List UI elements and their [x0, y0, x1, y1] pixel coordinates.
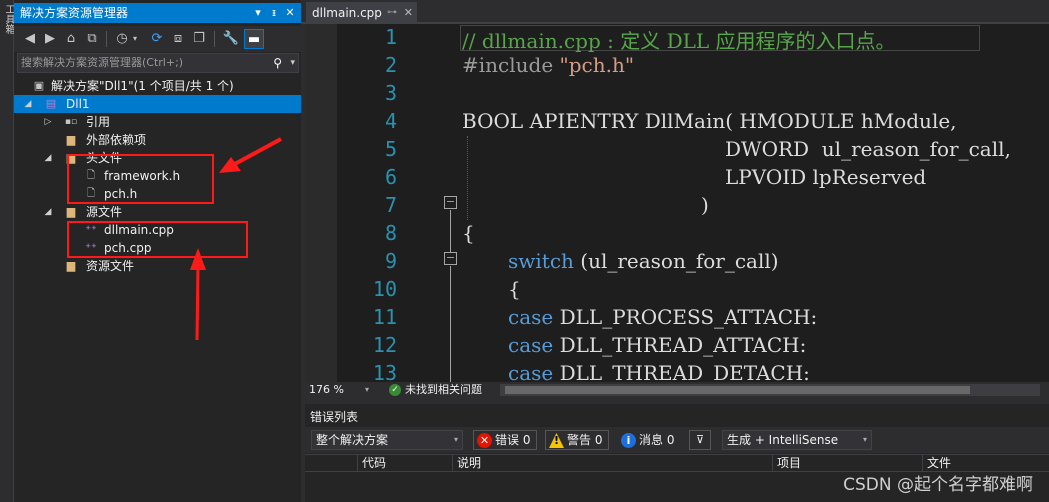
line-number: 11: [372, 305, 397, 329]
annotation-arrow-icon: [190, 248, 206, 341]
solution-search-input[interactable]: 搜索解决方案资源管理器(Ctrl+;) ⚲ ▾: [17, 53, 299, 73]
line-number: 3: [384, 81, 397, 105]
sync-icon[interactable]: ⟳: [147, 29, 167, 49]
expand-arrow-icon[interactable]: ▷: [42, 113, 54, 131]
show-all-files-icon[interactable]: ❐: [189, 29, 209, 49]
column-file[interactable]: 文件: [922, 455, 1049, 471]
info-icon: i: [621, 433, 636, 448]
close-panel-icon[interactable]: ✕: [282, 3, 298, 23]
scope-select[interactable]: 整个解决方案 ▾: [311, 430, 463, 450]
collapse-region-icon[interactable]: −: [444, 196, 457, 209]
build-source-select[interactable]: 生成 + IntelliSense ▾: [722, 430, 872, 450]
code-line-4: BOOL APIENTRY DllMain( HMODULE hModule,: [462, 109, 957, 133]
line-number: 1: [384, 25, 397, 49]
line-number: 7: [384, 193, 397, 217]
solution-explorer-toolbar: ◀ ▶ ⌂ ⧉ ◷ ▾ ⟳ ⧈ ❐ 🔧 ▬: [14, 26, 301, 52]
preview-selected-icon[interactable]: ▬: [244, 29, 264, 49]
column-project[interactable]: 项目: [772, 455, 922, 471]
collapse-region-icon[interactable]: −: [444, 252, 457, 265]
solution-icon: ▣: [33, 79, 45, 92]
no-issues-check-icon: ✓: [389, 384, 401, 396]
search-placeholder: 搜索解决方案资源管理器(Ctrl+;): [21, 56, 184, 69]
line-number: 12: [372, 333, 397, 357]
window-position-dropdown-icon[interactable]: ▾: [250, 3, 266, 23]
solution-explorer-title: 解决方案资源管理器: [20, 6, 129, 20]
line-number: 9: [384, 249, 397, 273]
tree-item-source-files[interactable]: ◢ ▆ 源文件: [14, 203, 301, 221]
search-icon[interactable]: ⚲: [273, 54, 282, 72]
back-icon[interactable]: ◀: [20, 29, 40, 49]
folder-icon: ▆: [66, 133, 76, 146]
toolbox-strip[interactable]: 工具箱: [0, 0, 14, 502]
error-list-title: 错误列表: [310, 410, 359, 424]
code-line-2: #include "pch.h": [462, 53, 635, 77]
clear-filter-icon[interactable]: ⊽: [689, 430, 711, 450]
code-editor[interactable]: 1 2 3 4 5 6 7 8 9 10 11 12 13 − − // dllmain.cpp : 定…: [305, 24, 1049, 382]
annotation-box-source-files: [67, 221, 248, 258]
code-line-1: // dllmain.cpp : 定义 DLL 应用程序的入口点。: [462, 29, 896, 53]
zoom-level[interactable]: 176 %: [309, 382, 344, 398]
watermark: CSDN @起个名字都难啊: [843, 475, 1033, 495]
indicator-margin: [305, 24, 337, 382]
tree-item-solution[interactable]: ▣ 解决方案"Dll1"(1 个项目/共 1 个): [14, 77, 301, 95]
properties-wrench-icon[interactable]: 🔧: [221, 29, 241, 49]
code-line-13: case DLL_THREAD_DETACH:: [508, 361, 810, 382]
column-description[interactable]: 说明: [452, 455, 772, 471]
error-list-toolbar: 整个解决方案 ▾ ✕ 错误 0 ! 警告 0 i 消息 0 ⊽ 生成 + Inte…: [305, 427, 1049, 453]
code-line-11: case DLL_PROCESS_ATTACH:: [508, 305, 818, 329]
code-line-12: case DLL_THREAD_ATTACH:: [508, 333, 807, 357]
line-number: 2: [384, 53, 397, 77]
collapse-arrow-icon[interactable]: ◢: [42, 203, 54, 221]
folder-icon: ▆: [66, 205, 76, 218]
line-number: 8: [384, 221, 397, 245]
issues-status[interactable]: 未找到相关问题: [405, 382, 482, 398]
project-icon: ▤: [45, 97, 57, 110]
code-line-8: {: [462, 221, 475, 245]
zoom-dropdown-icon[interactable]: ▾: [365, 382, 369, 398]
auto-hide-pin-icon[interactable]: ᵻ: [266, 3, 282, 23]
horizontal-scrollbar-thumb[interactable]: [505, 386, 970, 394]
line-number: 5: [384, 137, 397, 161]
errors-filter-button[interactable]: ✕ 错误 0: [473, 430, 537, 450]
chevron-down-icon: ▾: [453, 435, 458, 444]
line-number: 10: [372, 277, 397, 301]
forward-icon[interactable]: ▶: [40, 29, 60, 49]
solution-explorer-panel: 解决方案资源管理器 ▾ ᵻ ✕ ◀ ▶ ⌂ ⧉ ◷ ▾ ⟳ ⧈ ❐ 🔧 ▬ 搜索…: [14, 0, 301, 502]
code-line-6: LPVOID lpReserved: [725, 165, 927, 189]
annotation-arrow-icon: [219, 137, 282, 173]
folder-icon: ▆: [66, 259, 76, 272]
tree-item-project[interactable]: ◢ ▤ Dll1: [14, 95, 301, 113]
line-number: 6: [384, 165, 397, 189]
collapse-arrow-icon[interactable]: ◢: [22, 95, 34, 113]
code-line-10: {: [508, 277, 521, 301]
line-number: 4: [384, 109, 397, 133]
code-line-5: DWORD ul_reason_for_call,: [725, 137, 1011, 161]
column-sort-indicator[interactable]: [335, 455, 357, 471]
column-code[interactable]: 代码: [357, 455, 452, 471]
collapse-all-icon[interactable]: ⧈: [168, 29, 188, 49]
warning-icon: !: [549, 433, 564, 448]
pending-changes-filter-icon[interactable]: ◷: [112, 29, 132, 49]
tab-dllmain-cpp[interactable]: dllmain.cpp ⊶ ✕: [306, 2, 417, 24]
code-line-9: switch (ul_reason_for_call): [508, 249, 779, 273]
pin-tab-icon[interactable]: ⊶: [387, 2, 397, 24]
annotation-box-header-files: [67, 154, 214, 204]
document-tab-bar: dllmain.cpp ⊶ ✕: [301, 0, 1049, 24]
messages-filter-button[interactable]: i 消息 0: [617, 430, 679, 450]
home-icon[interactable]: ⌂: [61, 29, 81, 49]
switch-views-icon[interactable]: ⧉: [82, 29, 102, 49]
warnings-filter-button[interactable]: ! 警告 0: [545, 430, 609, 450]
line-number: 13: [372, 361, 397, 382]
tree-item-references[interactable]: ▷ ▪▫ 引用: [14, 113, 301, 131]
solution-explorer-title-bar: 解决方案资源管理器 ▾ ᵻ ✕: [14, 3, 301, 23]
code-line-7: ): [701, 193, 709, 217]
search-options-dropdown-icon[interactable]: ▾: [290, 54, 295, 72]
filter-dropdown-icon[interactable]: ▾: [130, 29, 140, 49]
chevron-down-icon: ▾: [862, 435, 867, 444]
close-tab-icon[interactable]: ✕: [404, 2, 413, 24]
references-icon: ▪▫: [64, 117, 78, 127]
collapse-arrow-icon[interactable]: ◢: [42, 149, 54, 167]
tree-item-resource-files[interactable]: ▆ 资源文件: [14, 257, 301, 275]
error-icon: ✕: [477, 433, 492, 448]
